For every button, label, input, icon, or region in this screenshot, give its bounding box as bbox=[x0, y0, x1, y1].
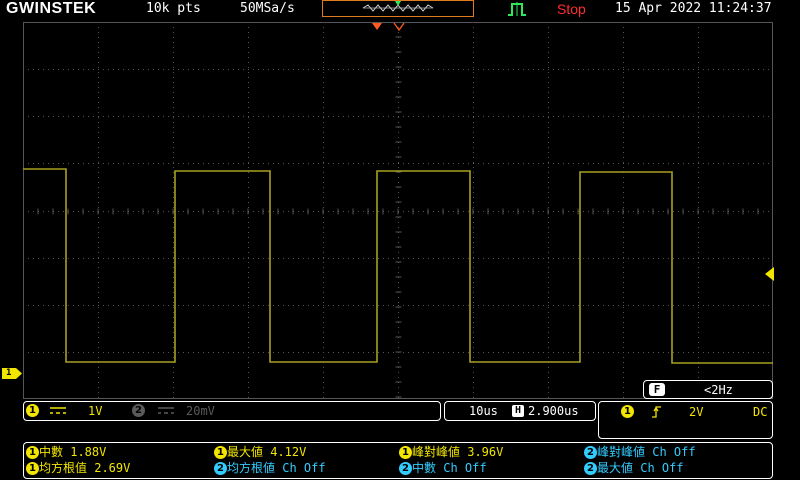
measurement-text: 均方根値 Ch Off bbox=[227, 461, 326, 475]
dc-coupling-icon bbox=[50, 407, 66, 414]
measurement-text: 最大値 Ch Off bbox=[597, 461, 684, 475]
measurement-item[interactable]: 2 中數 Ch Off bbox=[399, 461, 487, 476]
horizontal-position-icon: H bbox=[512, 405, 524, 417]
horizontal-position: 2.900us bbox=[528, 404, 579, 418]
measurement-text: 峰對峰値 3.96V bbox=[412, 445, 504, 459]
ch1-scale: 1V bbox=[88, 404, 103, 418]
trigger-source-badge: 1 bbox=[621, 405, 634, 418]
measurement-text: 中數 Ch Off bbox=[412, 461, 487, 475]
ch2-badge: 2 bbox=[214, 462, 227, 475]
ch2-badge: 2 bbox=[399, 462, 412, 475]
frequency-value: <2Hz bbox=[704, 383, 733, 397]
ch2-badge: 2 bbox=[584, 446, 597, 459]
ch1-offset-marker-label: 1 bbox=[6, 368, 12, 378]
measurement-text: 中數 1.88V bbox=[39, 445, 107, 459]
measurement-text: 最大値 4.12V bbox=[227, 445, 307, 459]
measurement-item[interactable]: 1 中數 1.88V bbox=[26, 445, 106, 460]
timebase-scale: 10us bbox=[469, 404, 498, 418]
trigger-level-marker-icon[interactable] bbox=[765, 267, 774, 281]
trigger-coupling: DC bbox=[753, 405, 768, 419]
measurement-item[interactable]: 2 均方根値 Ch Off bbox=[214, 461, 326, 476]
measurement-item[interactable]: 2 峰對峰値 Ch Off bbox=[584, 445, 696, 460]
ch2-scale: 20mV bbox=[186, 404, 215, 418]
ch2-badge: 2 bbox=[584, 462, 597, 475]
timebase-panel[interactable]: 10us H 2.900us bbox=[444, 401, 596, 421]
ch2-dc-coupling-icon bbox=[158, 407, 174, 414]
ch1-offset-marker-icon[interactable] bbox=[2, 368, 22, 379]
measurement-item[interactable]: 1 峰對峰値 3.96V bbox=[399, 445, 503, 460]
measurement-item[interactable]: 1 最大値 4.12V bbox=[214, 445, 306, 460]
trigger-level: 2V bbox=[689, 405, 704, 419]
measurement-panel: 1 中數 1.88V 1 最大値 4.12V 1 峰對峰値 3.96V 2 峰對峰値 C… bbox=[23, 442, 773, 479]
ch1-badge[interactable]: 1 bbox=[26, 404, 39, 417]
channel-scale-panel[interactable]: 1 1V 2 20mV bbox=[23, 401, 441, 421]
rising-edge-icon bbox=[652, 406, 661, 418]
ch2-badge[interactable]: 2 bbox=[132, 404, 145, 417]
ch1-badge: 1 bbox=[399, 446, 412, 459]
measurement-text: 峰對峰値 Ch Off bbox=[597, 445, 696, 459]
ch1-badge: 1 bbox=[26, 446, 39, 459]
ch1-badge: 1 bbox=[214, 446, 227, 459]
measurement-text: 均方根值 2.69V bbox=[39, 461, 131, 475]
frequency-counter[interactable]: F <2Hz bbox=[643, 380, 773, 399]
measurement-item[interactable]: 2 最大値 Ch Off bbox=[584, 461, 684, 476]
trigger-panel[interactable]: 1 2V DC bbox=[598, 401, 773, 439]
ch1-badge: 1 bbox=[26, 462, 39, 475]
measurement-item[interactable]: 1 均方根值 2.69V bbox=[26, 461, 130, 476]
frequency-badge: F bbox=[649, 383, 665, 396]
